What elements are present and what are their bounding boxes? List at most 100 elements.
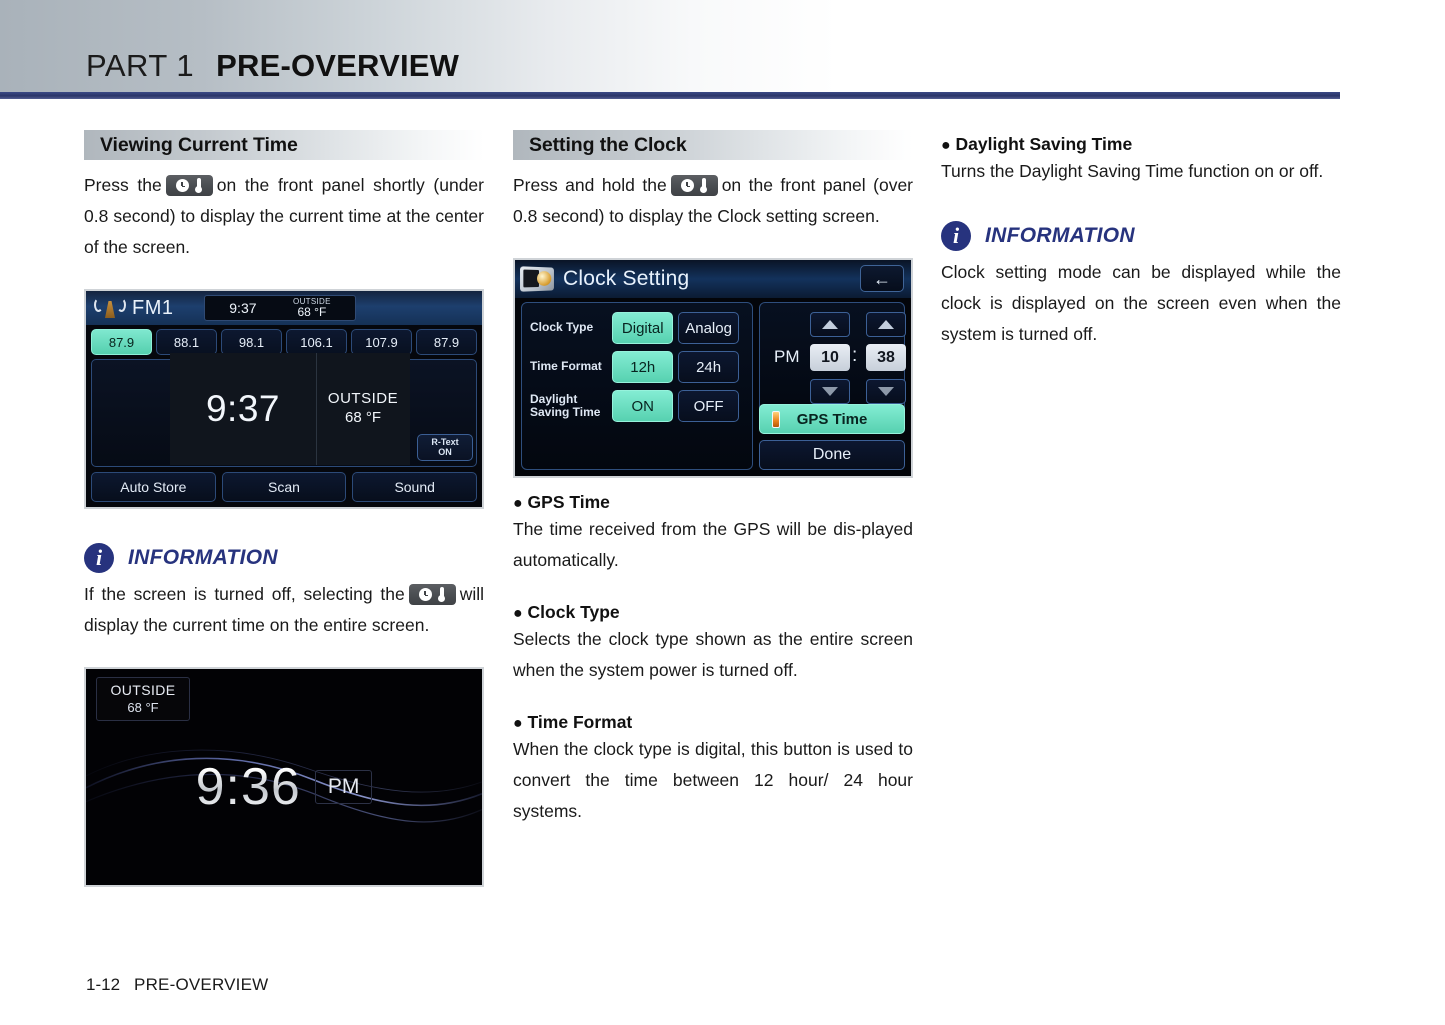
bullet-heading-daylight-saving-time: ● Daylight Saving Time xyxy=(941,134,1341,155)
radio-time-overlay: 9:37 OUTSIDE 68 °F xyxy=(170,353,410,465)
part-title: PRE-OVERVIEW xyxy=(216,48,460,83)
clock-type-digital-button[interactable]: Digital xyxy=(612,312,674,344)
gps-time-label: GPS Time xyxy=(796,410,868,428)
auto-store-button[interactable]: Auto Store xyxy=(91,472,216,502)
page-header-inner: PART 1 PRE-OVERVIEW xyxy=(0,48,459,92)
paragraph-viewing-current-time: Press the on the front panel shortly (und… xyxy=(84,170,484,263)
bullet-heading-time-format: ● Time Format xyxy=(513,712,913,733)
daylight-saving-on-button[interactable]: ON xyxy=(612,390,674,422)
information-body-column-3: Clock setting mode can be displayed whil… xyxy=(941,262,1341,344)
radio-preset-button[interactable]: 88.1 xyxy=(156,329,217,355)
radio-preset-button[interactable]: 106.1 xyxy=(286,329,347,355)
radio-screen-figure: FM1 9:37 OUTSIDE 68 °F 87.9 88.1 98.1 10… xyxy=(84,289,484,509)
radio-preset-button[interactable]: 107.9 xyxy=(351,329,412,355)
bullet-heading-label: GPS Time xyxy=(527,492,610,512)
full-clock-outside-value: 68 °F xyxy=(127,699,159,715)
information-heading-column-3: i INFORMATION xyxy=(941,221,1341,251)
radio-tower-icon xyxy=(94,295,126,321)
bullet-body-clock-type: Selects the clock type shown as the enti… xyxy=(513,629,913,680)
clock-setting-title-bar: Clock Setting xyxy=(515,260,911,298)
column-2: Setting the Clock Press and hold the on t… xyxy=(513,130,913,827)
radio-status-time: 9:37 xyxy=(229,300,257,316)
bullet-dot-icon: ● xyxy=(513,715,523,732)
radio-preset-button[interactable]: 98.1 xyxy=(221,329,282,355)
meridiem-label[interactable]: PM xyxy=(774,347,800,367)
full-clock-time: 9:36 xyxy=(195,758,301,816)
hour-value[interactable]: 10 xyxy=(810,344,850,371)
content-columns: Viewing Current Time Press the on the fro… xyxy=(0,130,1445,940)
information-text-part-a: If the screen is turned off, selecting t… xyxy=(84,584,405,604)
done-button[interactable]: Done xyxy=(759,440,905,470)
hour-decrement-button[interactable] xyxy=(810,379,850,404)
paragraph-text-part-a: Press and hold the xyxy=(513,175,667,195)
overlay-outside-value: 68 °F xyxy=(344,409,381,426)
footer-page-number: 1-12 xyxy=(86,975,121,994)
bullet-dot-icon: ● xyxy=(513,495,523,512)
clock-thermometer-button-icon xyxy=(408,584,456,605)
overlay-outside-label: OUTSIDE xyxy=(327,390,399,408)
bullet-heading-label: Time Format xyxy=(527,712,633,732)
hour-increment-button[interactable] xyxy=(810,312,850,337)
radio-text-toggle-button[interactable]: R-Text ON xyxy=(417,434,473,461)
section-heading-setting-the-clock: Setting the Clock xyxy=(513,130,913,160)
full-clock-screen-figure: OUTSIDE 68 °F 9:36 PM xyxy=(84,667,484,887)
gps-time-button[interactable]: GPS Time xyxy=(759,404,905,434)
manual-page: PART 1 PRE-OVERVIEW Viewing Current Time… xyxy=(0,0,1445,1025)
daylight-saving-time-row: Daylight Saving Time ON OFF xyxy=(530,389,744,423)
section-heading-viewing-current-time: Viewing Current Time xyxy=(84,130,484,160)
clock-type-analog-button[interactable]: Analog xyxy=(678,312,740,344)
back-button[interactable]: ← xyxy=(860,265,904,292)
minute-value[interactable]: 38 xyxy=(866,344,906,371)
bullet-heading-gps-time: ● GPS Time xyxy=(513,492,913,513)
time-format-row: Time Format 12h 24h xyxy=(530,350,744,384)
scan-button[interactable]: Scan xyxy=(221,472,347,502)
clock-setting-screen-figure: Clock Setting ← Clock Type Digital Analo… xyxy=(513,258,913,478)
time-colon: : xyxy=(852,345,858,366)
sound-button[interactable]: Sound xyxy=(352,472,478,502)
chevron-down-icon xyxy=(822,387,838,396)
daylight-saving-off-button[interactable]: OFF xyxy=(678,390,740,422)
radio-preset-row: 87.9 88.1 98.1 106.1 107.9 87.9 xyxy=(91,329,477,355)
minute-decrement-button[interactable] xyxy=(866,379,906,404)
radio-bottom-button-row: Auto Store Scan Sound xyxy=(91,472,478,502)
radio-text-toggle-line2: ON xyxy=(438,446,452,457)
bullet-body-gps-time: The time received from the GPS will be d… xyxy=(513,519,913,570)
clock-thermometer-button-icon xyxy=(165,175,213,196)
bullet-heading-label: Clock Type xyxy=(527,602,620,622)
section-heading-label: Setting the Clock xyxy=(529,133,687,156)
radio-preset-button[interactable]: 87.9 xyxy=(416,329,477,355)
time-format-12h-button[interactable]: 12h xyxy=(612,351,674,383)
minute-increment-button[interactable] xyxy=(866,312,906,337)
time-format-24h-button[interactable]: 24h xyxy=(678,351,740,383)
back-arrow-icon: ← xyxy=(873,268,891,289)
full-clock-meridiem: PM xyxy=(314,770,373,804)
information-icon: i xyxy=(84,543,114,573)
bullet-dot-icon: ● xyxy=(941,137,951,154)
information-body-column-1: If the screen is turned off, selecting t… xyxy=(84,579,484,641)
clock-setting-options-panel: Clock Type Digital Analog Time Format 12… xyxy=(521,302,753,470)
information-heading-column-1: i INFORMATION xyxy=(84,543,484,573)
clock-glyph-icon xyxy=(418,588,432,601)
part-label: PART 1 xyxy=(86,48,195,83)
full-clock-outside-label: OUTSIDE xyxy=(110,682,176,699)
radio-status-box: 9:37 OUTSIDE 68 °F xyxy=(204,295,356,321)
footer-page-title: PRE-OVERVIEW xyxy=(134,975,269,994)
radio-preset-button[interactable]: 87.9 xyxy=(91,329,152,355)
page-header: PART 1 PRE-OVERVIEW xyxy=(0,0,1445,92)
thermometer-glyph-icon xyxy=(700,178,708,193)
overlay-outside: OUTSIDE 68 °F xyxy=(316,390,410,428)
bullet-body-daylight-saving-time: Turns the Daylight Saving Time function … xyxy=(941,161,1324,181)
radio-status-outside: OUTSIDE 68 °F xyxy=(293,297,331,319)
full-clock-center: 9:36 PM xyxy=(86,757,482,817)
overlay-time: 9:37 xyxy=(205,388,280,429)
column-3: ● Daylight Saving Time Turns the Dayligh… xyxy=(941,130,1341,350)
full-clock-outside-box: OUTSIDE 68 °F xyxy=(96,677,190,721)
section-heading-label: Viewing Current Time xyxy=(100,133,298,156)
column-1: Viewing Current Time Press the on the fro… xyxy=(84,130,484,887)
